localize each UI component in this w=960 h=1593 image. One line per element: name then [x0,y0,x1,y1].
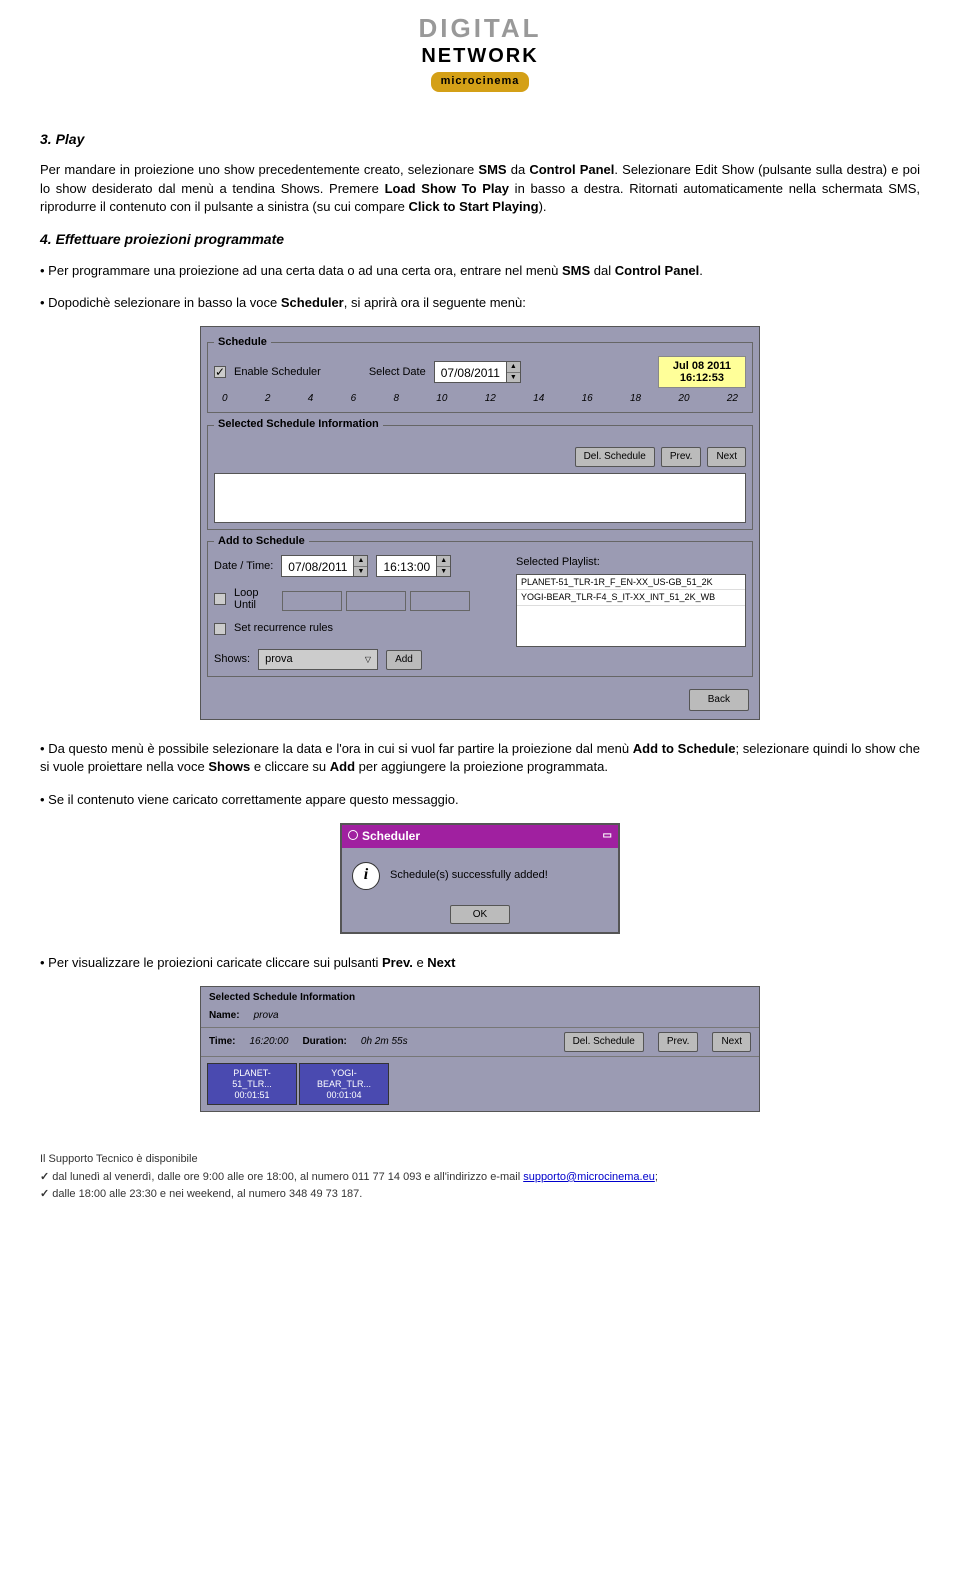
enable-scheduler-checkbox[interactable] [214,366,226,378]
selected-schedule-info-panel: Selected Schedule Information Name: prov… [200,986,760,1112]
schedule-legend: Schedule [214,335,271,350]
scheduler-dialog: Scheduler ▭ i Schedule(s) successfully a… [340,823,620,934]
add-to-schedule-legend: Add to Schedule [214,534,309,549]
current-datetime-display: Jul 08 2011 16:12:53 [658,356,746,388]
select-date-label: Select Date [369,365,426,380]
after-scheduler-bullet-1: Da questo menù è possibile selezionare l… [40,740,920,776]
datetime-label: Date / Time: [214,559,273,574]
down-arrow-icon[interactable]: ▼ [507,373,520,383]
dialog-icon [348,830,358,840]
down-arrow-icon[interactable]: ▼ [354,567,367,577]
shows-label: Shows: [214,652,250,667]
schedule-tile[interactable]: YOGI-BEAR_TLR... 00:01:04 [299,1063,389,1105]
up-arrow-icon[interactable]: ▲ [354,556,367,567]
schedule-date-spinner[interactable]: 07/08/2011 ▲▼ [281,555,368,577]
del-schedule-button[interactable]: Del. Schedule [575,447,655,467]
logo-line2: NETWORK [418,42,541,70]
dialog-titlebar: Scheduler ▭ [342,825,618,848]
enable-scheduler-label: Enable Scheduler [234,365,321,380]
selected-playlist-list[interactable]: PLANET-51_TLR-1R_F_EN-XX_US-GB_51_2K YOG… [516,574,746,647]
section-3-paragraph: Per mandare in proiezione uno show prece… [40,161,920,216]
name-label: Name: [209,1009,240,1023]
playlist-item[interactable]: YOGI-BEAR_TLR-F4_S_IT-XX_INT_51_2K_WB [517,590,745,606]
down-arrow-icon[interactable]: ▼ [437,567,450,577]
set-recurrence-label: Set recurrence rules [234,621,333,636]
playlist-item[interactable]: PLANET-51_TLR-1R_F_EN-XX_US-GB_51_2K [517,575,745,591]
next-button-2[interactable]: Next [712,1032,751,1052]
after-dialog-bullet-1: Per visualizzare le proiezioni caricate … [40,954,920,972]
add-button[interactable]: Add [386,650,422,670]
selected-schedule-legend: Selected Schedule Information [214,417,383,432]
footer: Il Supporto Tecnico è disponibile dal lu… [40,1152,920,1202]
up-arrow-icon[interactable]: ▲ [437,556,450,567]
logo-header: DIGITAL NETWORK microcinema [40,0,920,122]
logo-line1: DIGITAL [418,10,541,46]
prev-button[interactable]: Prev. [661,447,702,467]
next-button[interactable]: Next [707,447,746,467]
duration-label: Duration: [302,1035,346,1049]
info-icon: i [352,862,380,890]
up-arrow-icon[interactable]: ▲ [507,362,520,373]
add-to-schedule-fieldset: Add to Schedule Date / Time: 07/08/2011 … [207,534,753,677]
dialog-minimize-icon[interactable]: ▭ [603,829,612,843]
schedule-time-spinner[interactable]: 16:13:00 ▲▼ [376,555,451,577]
loop-until-checkbox[interactable] [214,593,226,605]
section-4-bullet-1: Per programmare una proiezione ad una ce… [40,262,920,280]
loop-until-label: Loop Until [234,587,274,611]
time-value: 16:20:00 [250,1035,289,1049]
footer-line-3: dalle 18:00 alle 23:30 e nei weekend, al… [40,1187,920,1202]
shows-dropdown[interactable]: prova ▽ [258,649,378,670]
time-ruler: 0 2 4 6 8 10 12 14 16 18 20 22 [214,388,746,406]
schedule-tile[interactable]: PLANET-51_TLR... 00:01:51 [207,1063,297,1105]
duration-value: 0h 2m 55s [361,1035,408,1049]
selected-schedule-info-fieldset: Selected Schedule Information Del. Sched… [207,417,753,529]
schedule-info-display [214,473,746,523]
back-button[interactable]: Back [689,689,749,711]
section-3-title: 3. Play [40,130,920,150]
logo-line3: microcinema [431,72,530,91]
footer-line-1: Il Supporto Tecnico è disponibile [40,1152,920,1167]
dropdown-arrow-icon: ▽ [365,654,371,665]
name-value: prova [254,1009,279,1023]
section-4-title: 4. Effettuare proiezioni programmate [40,230,920,250]
section-4-bullet-2: Dopodichè selezionare in basso la voce S… [40,294,920,312]
dialog-message: Schedule(s) successfully added! [390,868,548,883]
scheduler-panel: Schedule Enable Scheduler Select Date 07… [200,326,760,720]
prev-button-2[interactable]: Prev. [658,1032,699,1052]
del-schedule-button-2[interactable]: Del. Schedule [564,1032,644,1052]
footer-line-2: dal lunedì al venerdì, dalle ore 9:00 al… [40,1170,920,1185]
selected-playlist-label: Selected Playlist: [516,555,746,570]
schedule-fieldset: Schedule Enable Scheduler Select Date 07… [207,335,753,414]
select-date-spinner[interactable]: 07/08/2011 ▲▼ [434,361,521,383]
time-label: Time: [209,1035,236,1049]
support-email-link[interactable]: supporto@microcinema.eu [523,1171,655,1183]
set-recurrence-checkbox[interactable] [214,623,226,635]
after-scheduler-bullet-2: Se il contenuto viene caricato correttam… [40,791,920,809]
ok-button[interactable]: OK [450,905,510,924]
